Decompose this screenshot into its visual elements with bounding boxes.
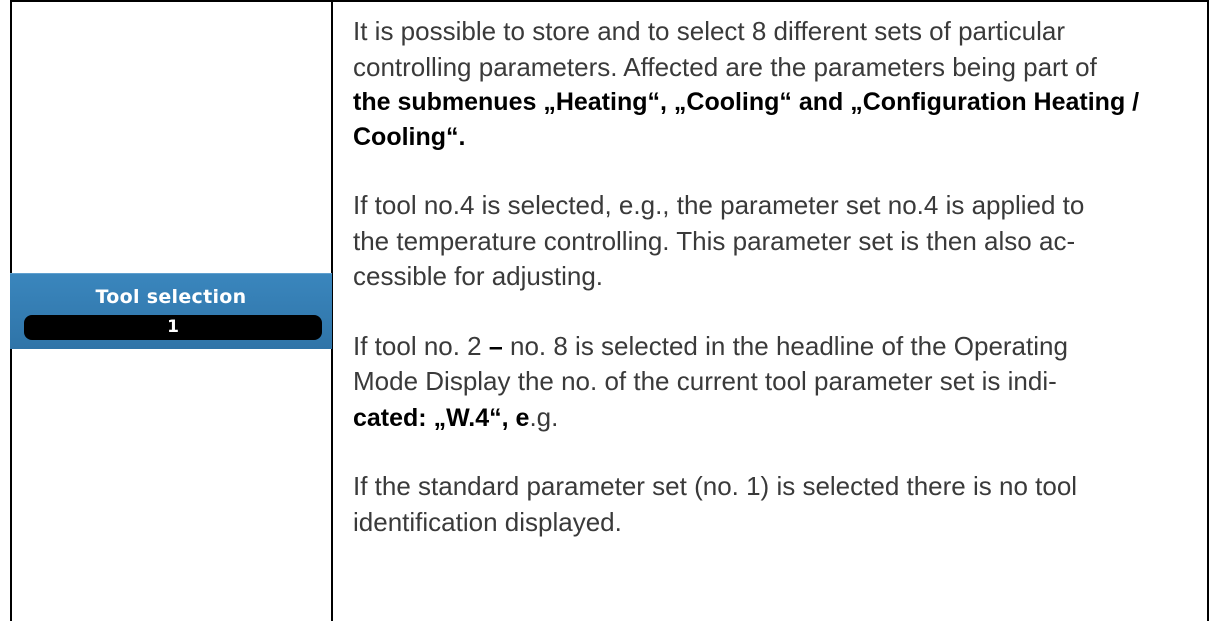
paragraph-4: If the standard parameter set (no. 1) is… xyxy=(353,469,1198,540)
paragraph-3-example: cated: „W.4“, e xyxy=(353,403,530,432)
paragraph-3-start: If tool no. 2 xyxy=(353,330,489,361)
paragraph-2: If tool no.4 is selected, e.g., the para… xyxy=(353,188,1198,295)
paragraph-1-submenus: the submenues „Heating“, „Cooling“ and „… xyxy=(353,88,1140,151)
tool-selection-value[interactable]: 1 xyxy=(24,315,322,340)
paragraph-4-text: If the standard parameter set (no. 1) is… xyxy=(353,471,1078,537)
paragraph-1: It is possible to store and to select 8 … xyxy=(353,14,1198,154)
paragraph-3-end: .g. xyxy=(529,401,559,432)
tool-selection-widget[interactable]: Tool selection 1 xyxy=(10,273,332,349)
paragraph-3-dash: – xyxy=(488,332,503,361)
paragraph-1-intro: It is possible to store and to select 8 … xyxy=(353,16,1097,82)
description-text: It is possible to store and to select 8 … xyxy=(353,14,1198,574)
paragraph-3: If tool no. 2 – no. 8 is selected in the… xyxy=(353,329,1198,436)
paragraph-2-text: If tool no.4 is selected, e.g., the para… xyxy=(353,190,1085,291)
tool-selection-title: Tool selection xyxy=(95,286,247,308)
